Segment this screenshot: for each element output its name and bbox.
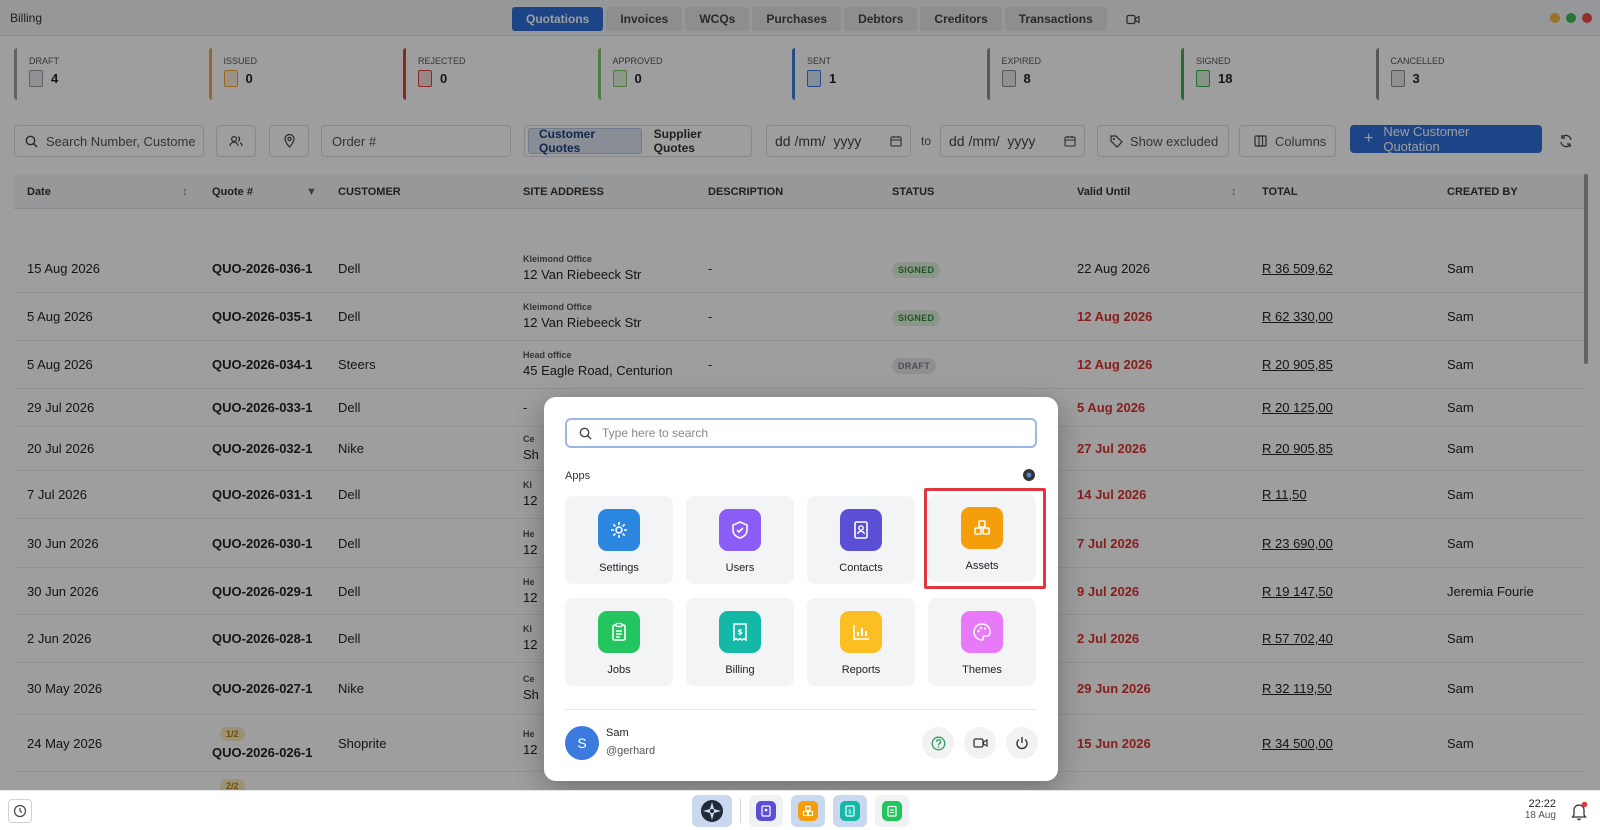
logo-icon bbox=[701, 800, 723, 822]
app-tile-users[interactable]: Users bbox=[686, 496, 794, 584]
svg-text:$: $ bbox=[848, 809, 852, 816]
app-tile-contacts[interactable]: Contacts bbox=[807, 496, 915, 584]
taskbar-billing[interactable]: $ bbox=[833, 795, 867, 827]
history-button[interactable] bbox=[8, 799, 32, 823]
receipt-icon: $ bbox=[719, 611, 761, 653]
app-label: Reports bbox=[841, 664, 881, 676]
app-tile-themes[interactable]: Themes bbox=[928, 598, 1036, 686]
launcher-button[interactable] bbox=[692, 795, 732, 827]
app-launcher: Apps Settings Users Contacts Assets bbox=[544, 397, 1058, 781]
selection-highlight bbox=[924, 488, 1046, 589]
power-button[interactable] bbox=[1006, 727, 1038, 759]
video-icon bbox=[972, 738, 988, 748]
svg-text:$: $ bbox=[737, 628, 743, 637]
app-tile-jobs[interactable]: Jobs bbox=[565, 598, 673, 686]
app-tile-reports[interactable]: Reports bbox=[807, 598, 915, 686]
receipt-icon: $ bbox=[840, 801, 860, 821]
user-handle: @gerhard bbox=[606, 745, 656, 757]
help-icon bbox=[931, 736, 945, 750]
apps-heading: Apps bbox=[565, 470, 591, 482]
app-tile-billing[interactable]: $ Billing bbox=[686, 598, 794, 686]
notifications-button[interactable] bbox=[1570, 801, 1588, 821]
avatar[interactable]: S bbox=[565, 726, 599, 760]
app-label: Contacts bbox=[839, 562, 883, 574]
user-name: Sam bbox=[606, 727, 629, 739]
taskbar-apps: $ bbox=[692, 795, 909, 827]
bell-icon bbox=[1571, 801, 1588, 821]
help-button[interactable] bbox=[922, 727, 954, 759]
launcher-search-input[interactable] bbox=[602, 426, 1002, 440]
palette-icon bbox=[961, 611, 1003, 653]
contact-book-icon bbox=[840, 509, 882, 551]
power-icon bbox=[1016, 737, 1028, 750]
taskbar-clock: 22:22 18 Aug bbox=[1525, 798, 1556, 822]
video-call-button[interactable] bbox=[964, 727, 996, 759]
contact-book-icon bbox=[756, 801, 776, 821]
app-label: Jobs bbox=[607, 664, 631, 676]
app-label: Settings bbox=[599, 562, 639, 574]
taskbar-contacts[interactable] bbox=[749, 795, 783, 827]
billing-app: Billing Quotations Invoices WCQs Purchas… bbox=[0, 0, 1600, 830]
app-label: Themes bbox=[962, 664, 1002, 676]
boxes-icon bbox=[798, 801, 818, 821]
launcher-search[interactable] bbox=[565, 418, 1037, 448]
gear-icon bbox=[598, 509, 640, 551]
clipboard-icon bbox=[598, 611, 640, 653]
clock-icon bbox=[13, 804, 27, 818]
launcher-settings-icon[interactable] bbox=[1022, 468, 1036, 482]
taskbar-jobs[interactable] bbox=[875, 795, 909, 827]
app-label: Users bbox=[725, 562, 755, 574]
app-label: Billing bbox=[725, 664, 755, 676]
taskbar: $ 22:22 18 Aug bbox=[0, 790, 1600, 830]
app-tile-settings[interactable]: Settings bbox=[565, 496, 673, 584]
taskbar-assets[interactable] bbox=[791, 795, 825, 827]
taskbar-divider bbox=[740, 799, 741, 823]
shield-icon bbox=[719, 509, 761, 551]
clipboard-icon bbox=[882, 801, 902, 821]
clock-date: 18 Aug bbox=[1524, 810, 1556, 821]
launcher-divider bbox=[565, 709, 1037, 710]
bar-chart-icon bbox=[840, 611, 882, 653]
clock-time: 22:22 bbox=[1528, 798, 1556, 810]
search-icon bbox=[579, 427, 592, 439]
